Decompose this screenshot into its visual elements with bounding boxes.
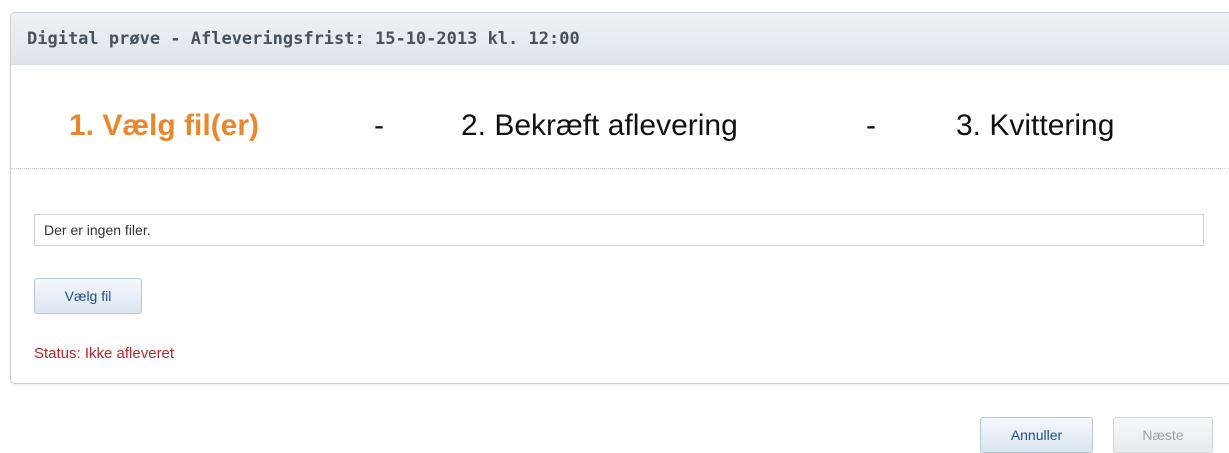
panel-title: Digital prøve - Afleveringsfrist: 15-10-…	[27, 28, 580, 49]
submission-panel: Digital prøve - Afleveringsfrist: 15-10-…	[10, 12, 1229, 384]
panel-header: Digital prøve - Afleveringsfrist: 15-10-…	[11, 13, 1229, 65]
choose-file-button[interactable]: Vælg fil	[34, 278, 142, 314]
step-separator-1: -	[374, 109, 384, 142]
step-separator-2: -	[866, 109, 876, 142]
step-confirm-submission: 2. Bekræft aflevering	[461, 109, 738, 142]
status-text: Status: Ikke afleveret	[34, 345, 175, 362]
wizard-steps: 1. Vælg fil(er) - 2. Bekræft aflevering …	[11, 108, 1229, 169]
step-choose-files: 1. Vælg fil(er)	[69, 109, 260, 142]
file-list: Der er ingen filer.	[34, 214, 1204, 246]
step-receipt: 3. Kvittering	[956, 109, 1115, 142]
